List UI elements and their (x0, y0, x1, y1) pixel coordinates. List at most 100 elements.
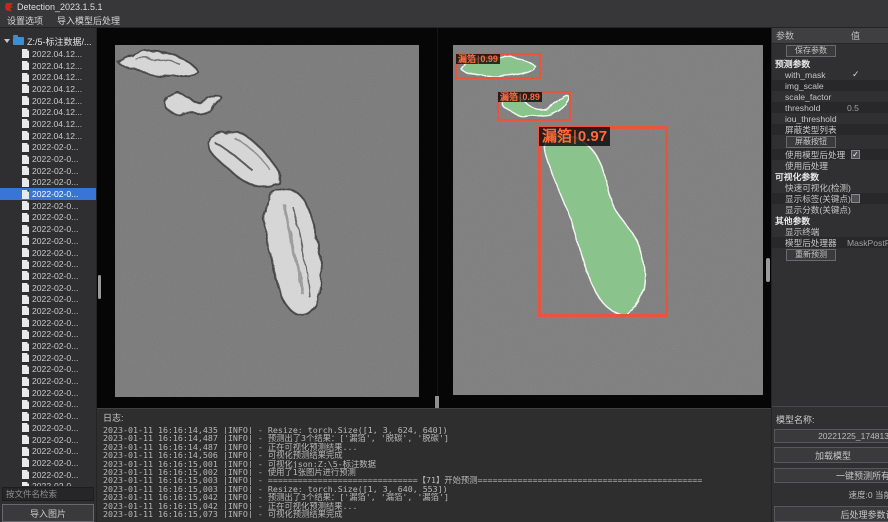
tree-item[interactable]: 2022-02-0... (0, 375, 96, 387)
tree-item[interactable]: 2022-02-0... (0, 352, 96, 364)
tree-item-label: 2022-02-0... (32, 364, 78, 374)
center-scrollbar[interactable] (766, 258, 770, 282)
detection-label: 漏箔|0.97 (539, 127, 610, 146)
detection-score-text: 0.99 (480, 54, 498, 64)
param-row[interactable]: 屏蔽类型列表 (772, 124, 888, 135)
param-row[interactable]: 使用模型后处理✓ (772, 149, 888, 160)
prediction-image-panel[interactable]: 漏箔|0.99漏箔|0.89漏箔|0.97 (453, 45, 763, 395)
param-row[interactable]: scale_factor (772, 91, 888, 102)
filename-search-input[interactable] (2, 487, 94, 501)
predict-all-button[interactable]: 一键预测所有图片 (774, 468, 888, 483)
tree-item[interactable]: 2022-02-0... (0, 317, 96, 329)
tree-item[interactable]: 2022-02-0... (0, 293, 96, 305)
param-section-header: 可视化参数 (772, 171, 888, 182)
tree-item[interactable]: 2022-02-0... (0, 469, 96, 481)
tree-item[interactable]: 2022-02-0... (0, 305, 96, 317)
tree-item[interactable]: 2022.04.12... (0, 83, 96, 95)
tree-item[interactable]: 2022-02-0... (0, 153, 96, 165)
mask-types-button[interactable]: 屏蔽按钮 (786, 136, 836, 148)
tree-item[interactable]: 2022-02-0... (0, 235, 96, 247)
import-images-button[interactable]: 导入图片 (2, 504, 94, 522)
tree-item[interactable]: 2022-02-0... (0, 200, 96, 212)
tree-item-label: 2022-02-0... (32, 376, 78, 386)
folder-icon (13, 37, 24, 45)
checkbox-checked-icon[interactable]: ✓ (851, 150, 860, 159)
tree-item[interactable]: 2022-02-0... (0, 223, 96, 235)
menu-item-0[interactable]: 设置选项 (7, 14, 43, 27)
checkbox-empty-icon[interactable] (851, 194, 860, 203)
log-line: 2023-01-11 16:16:15,001 |INFO| - 可视化json… (103, 460, 771, 468)
detection-class-text: 漏箔 (542, 128, 572, 145)
tree-item[interactable]: 2022-02-0... (0, 445, 96, 457)
tree-item[interactable]: 2022.04.12... (0, 71, 96, 83)
tree-item-label: 2022.04.12... (32, 49, 82, 59)
tree-item-label: 2022-02-0... (32, 458, 78, 468)
load-model-button[interactable]: 加载模型 (774, 447, 888, 463)
param-row[interactable]: iou_threshold (772, 113, 888, 124)
tree-root-label: Z:/5-标注数据/... (27, 35, 92, 48)
tree-item[interactable]: 2022.04.12... (0, 48, 96, 60)
tree-root-folder[interactable]: Z:/5-标注数据/... (0, 34, 96, 48)
original-image-panel[interactable] (115, 45, 419, 397)
tree-item-label: 2022-02-0... (32, 423, 78, 433)
tree-item-label: 2022-02-0... (32, 189, 78, 199)
tree-item[interactable]: 2022.04.12... (0, 118, 96, 130)
tree-item[interactable]: 2022-02-0... (0, 422, 96, 434)
menu-bar: 设置选项 导入模型后处理 (0, 14, 888, 28)
param-row[interactable]: with_mask✓ (772, 69, 888, 80)
param-row[interactable]: 快速可视化(检测) (772, 182, 888, 193)
tree-item-label: 2022-02-0... (32, 399, 78, 409)
tree-item[interactable]: 2022-02-0... (0, 399, 96, 411)
tree-item[interactable]: 2022-02-0... (0, 434, 96, 446)
tree-item[interactable]: 2022-02-0... (0, 329, 96, 341)
tree-item[interactable]: 2022-02-0... (0, 270, 96, 282)
param-row[interactable]: 模型后处理器MaskPostPro (772, 237, 888, 248)
param-label: with_mask (785, 70, 826, 80)
param-row[interactable]: 显示标签(关键点) (772, 193, 888, 204)
tree-item[interactable]: 2022-02-0... (0, 457, 96, 469)
tree-item[interactable]: 2022-02-0... (0, 142, 96, 154)
panel-divider-handle[interactable] (435, 396, 439, 408)
tree-item[interactable]: 2022-02-0... (0, 165, 96, 177)
viewer-left-scrollbar[interactable] (98, 275, 101, 299)
file-icon (22, 330, 29, 339)
tree-item[interactable]: 2022-02-0... (0, 340, 96, 352)
menu-item-1[interactable]: 导入模型后处理 (57, 14, 120, 27)
tree-item[interactable]: 2022-02-0... (0, 480, 96, 486)
param-button-row: 屏蔽按钮 (772, 135, 888, 149)
tree-item[interactable]: 2022.04.12... (0, 95, 96, 107)
speed-progress-text: 速度:0 当前进度 (774, 489, 888, 501)
log-panel[interactable]: 日志: 2023-01-11 16:16:14,435 |INFO| - Res… (97, 408, 771, 522)
tree-item[interactable]: 2022-02-0... (0, 177, 96, 189)
detection-score-text: 0.89 (522, 92, 540, 102)
model-name-field[interactable]: 20221225_174813 (774, 429, 888, 443)
tree-item[interactable]: 2022-02-0... (0, 212, 96, 224)
log-line: 2023-01-11 16:16:15,073 |INFO| - 可视化预测结果… (103, 510, 771, 518)
app-window: Detection_2023.1.5.1 设置选项导入模型后处理 Z:/5-标注… (0, 0, 888, 522)
tree-item-label: 2022-02-0... (32, 435, 78, 445)
log-line: 2023-01-11 16:16:15,003 |INFO| - =======… (103, 476, 771, 484)
tree-item[interactable]: 2022.04.12... (0, 106, 96, 118)
param-label: 屏蔽类型列表 (785, 124, 837, 136)
tree-item[interactable]: 2022.04.12... (0, 60, 96, 72)
tree-item[interactable]: 2022-02-0... (0, 247, 96, 259)
save-params-button[interactable]: 保存参数 (786, 45, 836, 57)
tree-item[interactable]: 2022-02-0... (0, 387, 96, 399)
re-predict-button[interactable]: 重新预测 (786, 249, 836, 261)
tree-item-label: 2022.04.12... (32, 107, 82, 117)
file-icon (22, 353, 29, 362)
tree-item[interactable]: 2022.04.12... (0, 130, 96, 142)
tree-item[interactable]: 2022-02-0... (0, 188, 96, 200)
tree-item-label: 2022-02-0... (32, 353, 78, 363)
file-icon (22, 143, 29, 152)
param-row[interactable]: threshold0.5 (772, 102, 888, 113)
param-row[interactable]: img_scale (772, 80, 888, 91)
postprocess-settings-button[interactable]: 后处理参数设置 (774, 506, 888, 522)
param-button-row: 重新预测 (772, 248, 888, 262)
tree-item[interactable]: 2022-02-0... (0, 282, 96, 294)
panel-divider (437, 28, 438, 408)
tree-item[interactable]: 2022-02-0... (0, 258, 96, 270)
tree-item[interactable]: 2022-02-0... (0, 410, 96, 422)
tree-item[interactable]: 2022-02-0... (0, 364, 96, 376)
param-row[interactable]: 显示终端 (772, 226, 888, 237)
